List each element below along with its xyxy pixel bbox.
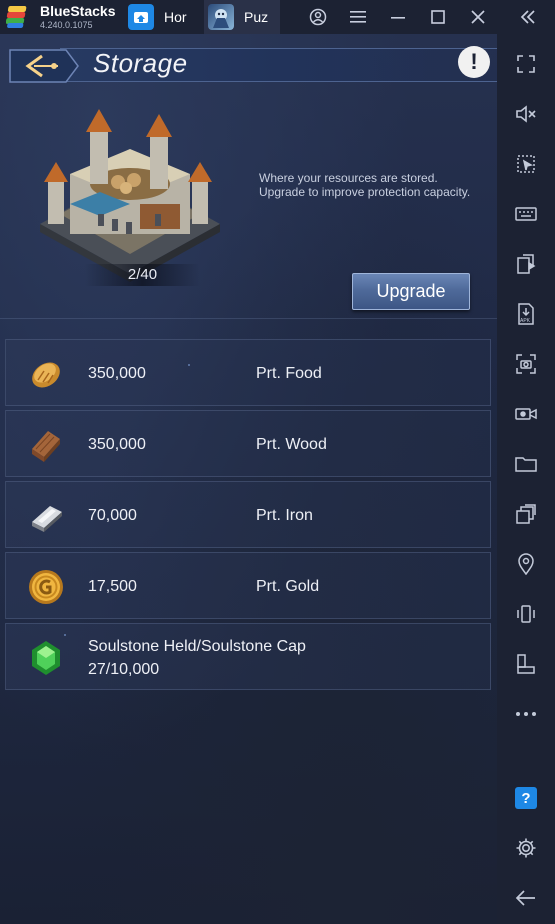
resource-row-wood: 350,000 Prt. Wood — [5, 410, 491, 477]
storage-header: Storage ! — [0, 44, 497, 88]
apk-icon[interactable]: APK — [513, 301, 539, 327]
particle — [188, 364, 190, 366]
multi-instance-icon[interactable] — [513, 501, 539, 527]
soulstone-value: 27/10,000 — [88, 661, 160, 678]
game-icon — [208, 4, 234, 30]
help-icon[interactable]: ? — [515, 787, 537, 809]
settings-icon[interactable] — [513, 835, 539, 861]
tab-home-label: Hor — [164, 9, 187, 25]
tab-home[interactable]: Hor — [124, 0, 202, 34]
title-bar: BlueStacks 4.240.0.1075 Hor Puz — [0, 0, 555, 34]
info-icon[interactable]: ! — [458, 46, 490, 78]
fullscreen-icon[interactable] — [513, 51, 539, 77]
rotate-icon[interactable] — [513, 651, 539, 677]
bluestacks-logo-icon — [6, 6, 27, 28]
bread-icon — [32, 362, 60, 388]
resource-label: Prt. Food — [256, 365, 322, 382]
wood-icon — [32, 431, 60, 462]
menu-icon[interactable] — [346, 5, 370, 29]
resource-amount: 70,000 — [88, 507, 137, 524]
soulstone-label: Soulstone Held/Soulstone Cap — [88, 638, 306, 655]
home-icon — [128, 4, 154, 30]
resource-label: Prt. Wood — [256, 436, 327, 453]
tab-game[interactable]: Puz — [204, 0, 280, 34]
close-icon[interactable] — [466, 5, 490, 29]
screenshot-icon[interactable] — [513, 351, 539, 377]
install-apk-icon[interactable] — [513, 251, 539, 277]
resource-label: Prt. Gold — [256, 578, 320, 595]
record-icon[interactable] — [513, 401, 539, 427]
storage-capacity: 2/40 — [85, 264, 200, 286]
bluestacks-sidebar: APK ? — [497, 34, 555, 924]
resource-row-gold: 17,500 Prt. Gold — [5, 552, 491, 619]
storage-building-image — [40, 109, 220, 282]
soulstone-row: Soulstone Held/Soulstone Cap 27/10,000 — [5, 623, 491, 690]
more-icon[interactable] — [513, 701, 539, 727]
resource-row-iron: 70,000 Prt. Iron — [5, 481, 491, 548]
back-arrow-icon[interactable] — [6, 46, 80, 86]
volume-mute-icon[interactable] — [513, 101, 539, 127]
back-icon[interactable] — [513, 885, 539, 911]
resource-amount: 350,000 — [88, 436, 146, 453]
soulstone-icon — [32, 641, 60, 675]
app-name: BlueStacks — [40, 3, 116, 19]
game-viewport: Storage ! 2/40 Where your resources are … — [0, 34, 497, 924]
resource-label: Prt. Iron — [256, 507, 313, 524]
folder-icon[interactable] — [513, 451, 539, 477]
resource-row-food: 350,000 Prt. Food — [5, 339, 491, 406]
app-version: 4.240.0.1075 — [40, 20, 93, 30]
divider — [0, 318, 497, 319]
tab-game-label: Puz — [244, 9, 269, 25]
gold-coin-icon — [29, 570, 63, 604]
iron-ingot-icon — [32, 506, 62, 532]
svg-text:APK: APK — [520, 318, 531, 324]
upgrade-button[interactable]: Upgrade — [352, 273, 470, 310]
shake-icon[interactable] — [513, 601, 539, 627]
resource-amount: 17,500 — [88, 578, 137, 595]
maximize-icon[interactable] — [426, 5, 450, 29]
keyboard-icon[interactable] — [513, 201, 539, 227]
location-icon[interactable] — [513, 551, 539, 577]
particle — [64, 634, 66, 636]
pointer-icon[interactable] — [513, 151, 539, 177]
resource-amount: 350,000 — [88, 365, 146, 382]
collapse-icon[interactable] — [516, 5, 540, 29]
storage-description: Where your resources are stored. Upgrade… — [259, 171, 471, 199]
account-icon[interactable] — [306, 5, 330, 29]
resource-list: 350,000 Prt. Food 350,000 Prt. Wood 70,0… — [5, 339, 491, 694]
page-title: Storage — [93, 48, 188, 78]
minimize-icon[interactable] — [386, 5, 410, 29]
